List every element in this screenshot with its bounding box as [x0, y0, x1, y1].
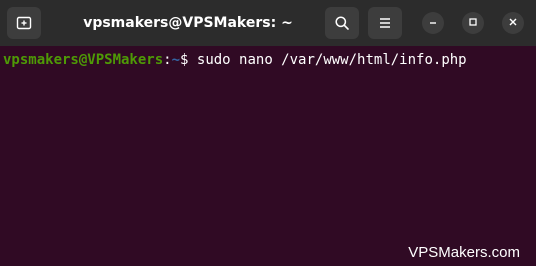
maximize-icon — [468, 14, 478, 32]
command-text: sudo nano /var/www/html/info.php — [196, 52, 467, 68]
search-button[interactable] — [325, 7, 359, 39]
prompt-symbol: $ — [180, 52, 197, 68]
menu-button[interactable] — [368, 7, 402, 39]
new-tab-button[interactable] — [7, 7, 41, 39]
hamburger-menu-icon — [377, 15, 393, 31]
minimize-icon — [428, 14, 438, 32]
command-line: vpsmakers@VPSMakers:~$ sudo nano /var/ww… — [3, 52, 467, 69]
terminal-window: vpsmakers@VPSMakers: ~ vpsmakers@VPSMake… — [0, 0, 536, 266]
title-bar: vpsmakers@VPSMakers: ~ — [0, 0, 536, 46]
close-icon — [508, 14, 518, 32]
new-tab-icon — [16, 15, 32, 31]
close-button[interactable] — [502, 12, 524, 34]
watermark: VPSMakers.com — [408, 244, 520, 261]
maximize-button[interactable] — [462, 12, 484, 34]
window-title: vpsmakers@VPSMakers: ~ — [83, 15, 293, 31]
minimize-button[interactable] — [422, 12, 444, 34]
prompt-path: ~ — [171, 52, 181, 68]
prompt-user: vpsmakers@VPSMakers — [3, 52, 164, 68]
prompt-colon: : — [163, 52, 172, 68]
search-icon — [334, 15, 350, 31]
terminal-output[interactable]: vpsmakers@VPSMakers:~$ sudo nano /var/ww… — [0, 46, 536, 266]
